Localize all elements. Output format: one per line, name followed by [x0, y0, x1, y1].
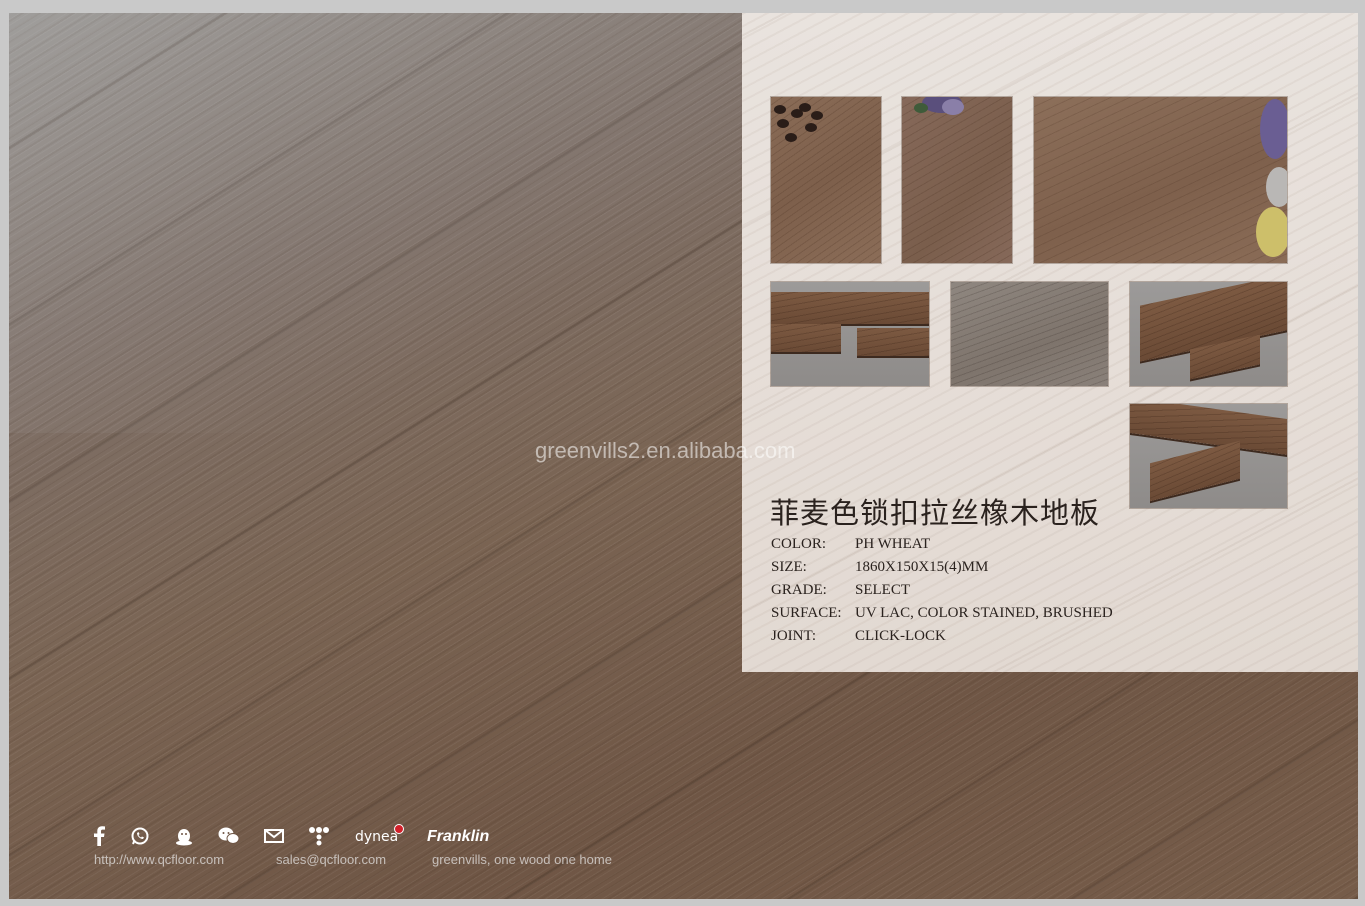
spec-value: UV LAC, COLOR STAINED, BRUSHED — [855, 605, 1113, 621]
thumb-plank-joint-3 — [1130, 404, 1287, 508]
spec-value: CLICK-LOCK — [855, 628, 946, 644]
watermark: greenvills2.en.alibaba.com — [535, 438, 796, 463]
spec-value: 1860X150X15(4)MM — [855, 559, 989, 575]
spec-label: SIZE: — [771, 559, 807, 575]
email-link[interactable]: sales@qcfloor.com — [276, 852, 386, 867]
spec-row-joint: JOINT: CLICK-LOCK — [771, 628, 946, 645]
spec-value: SELECT — [855, 582, 910, 598]
thumb-lavender-small — [902, 97, 1012, 263]
spec-row-grade: GRADE: SELECT — [771, 582, 910, 599]
spec-label: GRADE: — [771, 582, 827, 598]
facebook-icon[interactable] — [92, 825, 106, 847]
spec-label: JOINT: — [771, 628, 817, 644]
dynea-logo-text: dynea — [355, 829, 399, 845]
thumb-plank-joint-1 — [771, 282, 929, 386]
whatsapp-icon[interactable] — [130, 825, 150, 847]
website-link[interactable]: http://www.qcfloor.com — [94, 852, 224, 867]
dynea-logo: dynea — [355, 824, 405, 845]
spec-row-size: SIZE: 1860X150X15(4)MM — [771, 559, 988, 576]
thumb-surface-closeup — [951, 282, 1108, 386]
qq-icon[interactable] — [174, 825, 194, 847]
network-icon[interactable] — [308, 825, 330, 847]
spec-row-color: COLOR: PH WHEAT — [771, 536, 930, 553]
franklin-logo: Franklin — [427, 828, 490, 845]
thumb-lavender-wide — [1034, 97, 1287, 263]
thumb-seeds — [771, 97, 881, 263]
wechat-icon[interactable] — [218, 825, 240, 847]
spec-value: PH WHEAT — [855, 536, 931, 552]
spec-row-surface: SURFACE: UV LAC, COLOR STAINED, BRUSHED — [771, 605, 1113, 622]
product-title: 菲麦色锁扣拉丝橡木地板 — [770, 496, 1101, 530]
slogan: greenvills, one wood one home — [432, 852, 612, 867]
mail-icon[interactable] — [264, 825, 284, 847]
spec-label: SURFACE: — [771, 605, 842, 621]
spec-label: COLOR: — [771, 536, 827, 552]
thumb-plank-joint-2 — [1130, 282, 1287, 386]
